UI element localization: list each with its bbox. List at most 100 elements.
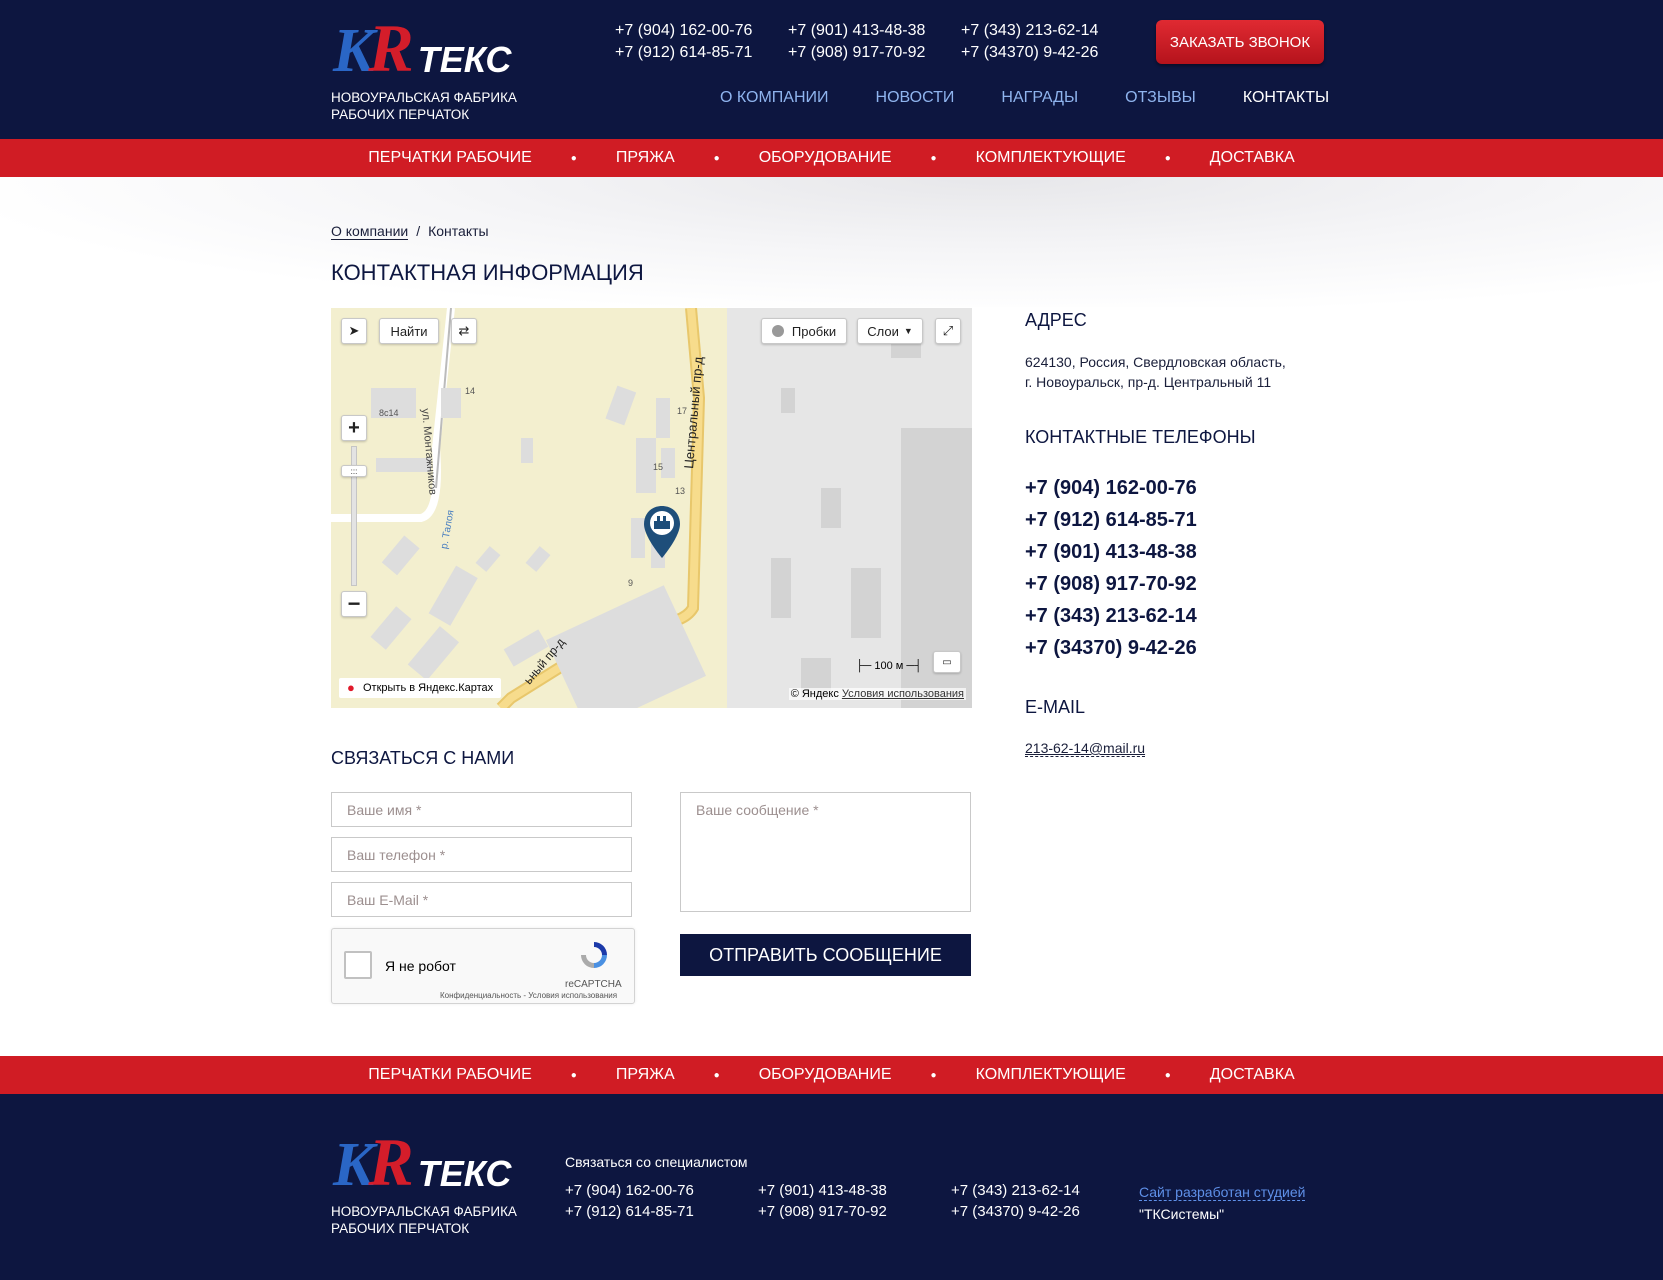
contact-phone[interactable]: +7 (34370) 9-42-26: [1025, 632, 1197, 664]
traffic-label: Пробки: [791, 323, 837, 339]
recaptcha-logo-icon: [581, 942, 607, 968]
address-title: АДРЕС: [1025, 310, 1087, 330]
map-house-number: 14: [465, 386, 476, 396]
route-icon[interactable]: ⇄: [451, 318, 477, 344]
send-message-button[interactable]: ОТПРАВИТЬ СООБЩЕНИЕ: [680, 934, 971, 976]
footer-phone[interactable]: +7 (908) 917-70-92: [758, 1203, 951, 1220]
nav-separator: ●: [713, 152, 720, 164]
footer-phone[interactable]: +7 (343) 213-62-14: [951, 1182, 1144, 1199]
cat-yarn[interactable]: ПРЯЖА: [616, 149, 675, 167]
contact-phone[interactable]: +7 (901) 413-48-38: [1025, 536, 1197, 568]
email-link[interactable]: 213-62-14@mail.ru: [1025, 740, 1146, 757]
cat-gloves[interactable]: ПЕРЧАТКИ РАБОЧИЕ: [368, 149, 532, 167]
contact-phone[interactable]: +7 (904) 162-00-76: [1025, 472, 1197, 504]
map-find-button[interactable]: Найти: [379, 318, 439, 344]
phones-title: КОНТАКТНЫЕ ТЕЛЕФОНЫ: [1025, 427, 1256, 447]
header-phones: +7 (904) 162-00-76 +7 (901) 413-48-38 +7…: [615, 22, 1134, 62]
name-input[interactable]: [331, 792, 632, 827]
tagline-line: РАБОЧИХ ПЕРЧАТОК: [331, 1221, 470, 1236]
geolocation-icon[interactable]: ➤: [341, 318, 367, 344]
cat-equipment[interactable]: ОБОРУДОВАНИЕ: [759, 149, 892, 167]
header-phone[interactable]: +7 (34370) 9-42-26: [961, 44, 1134, 62]
developer-link[interactable]: Сайт разработан студией: [1139, 1184, 1306, 1201]
top-nav: О КОМПАНИИ НОВОСТИ НАГРАДЫ ОТЗЫВЫ КОНТАК…: [720, 89, 1376, 107]
fullscreen-icon[interactable]: ⤢: [935, 318, 961, 344]
developer-studio: "ТКСистемы": [1139, 1206, 1225, 1222]
callback-button[interactable]: ЗАКАЗАТЬ ЗВОНОК: [1156, 20, 1324, 64]
cat-delivery[interactable]: ДОСТАВКА: [1210, 1066, 1295, 1084]
open-in-yandex-link[interactable]: ● Открыть в Яндекс.Картах: [339, 678, 502, 698]
message-textarea[interactable]: [680, 792, 971, 912]
brand-tagline: НОВОУРАЛЬСКАЯ ФАБРИКА РАБОЧИХ ПЕРЧАТОК: [331, 89, 517, 123]
tagline-line: НОВОУРАЛЬСКАЯ ФАБРИКА: [331, 90, 517, 105]
phone-input[interactable]: [331, 837, 632, 872]
header-phone[interactable]: +7 (901) 413-48-38: [788, 22, 961, 40]
nav-item-reviews[interactable]: ОТЗЫВЫ: [1125, 89, 1196, 107]
map-layers-button[interactable]: Слои ▼: [857, 318, 923, 344]
contact-phone[interactable]: +7 (343) 213-62-14: [1025, 600, 1197, 632]
recaptcha-checkbox[interactable]: [344, 951, 372, 979]
tagline-line: НОВОУРАЛЬСКАЯ ФАБРИКА: [331, 1204, 517, 1219]
breadcrumb-parent[interactable]: О компании: [331, 223, 409, 240]
logo-letter-r: R: [368, 1124, 414, 1200]
nav-item-awards[interactable]: НАГРАДЫ: [1001, 89, 1078, 107]
zoom-slider-handle[interactable]: :::: [341, 465, 367, 477]
map-house-number: 17: [677, 406, 688, 416]
site-header: K R ТЕКС НОВОУРАЛЬСКАЯ ФАБРИКА РАБОЧИХ П…: [0, 0, 1663, 139]
address-line: г. Новоуральск, пр-д. Центральный 11: [1025, 374, 1272, 390]
ruler-icon[interactable]: ▭: [933, 651, 961, 673]
footer-phone[interactable]: +7 (901) 413-48-38: [758, 1182, 951, 1199]
contact-phone[interactable]: +7 (912) 614-85-71: [1025, 504, 1197, 536]
cat-gloves[interactable]: ПЕРЧАТКИ РАБОЧИЕ: [368, 1066, 532, 1084]
header-phone[interactable]: +7 (904) 162-00-76: [615, 22, 788, 40]
tagline-line: РАБОЧИХ ПЕРЧАТОК: [331, 107, 470, 122]
recaptcha-terms[interactable]: Конфиденциальность - Условия использован…: [440, 991, 617, 1000]
map-house-number: 13: [675, 486, 686, 496]
developer-credit: Сайт разработан студией "ТКСистемы": [1139, 1181, 1306, 1225]
email-title: E-MAIL: [1025, 697, 1086, 717]
nav-separator: ●: [570, 1069, 577, 1081]
nav-item-news[interactable]: НОВОСТИ: [876, 89, 955, 107]
zoom-in-button[interactable]: +: [341, 415, 367, 441]
nav-separator: ●: [570, 152, 577, 164]
map-traffic-button[interactable]: Пробки: [761, 318, 847, 344]
footer-phone[interactable]: +7 (904) 162-00-76: [565, 1182, 758, 1199]
header-phone[interactable]: +7 (908) 917-70-92: [788, 44, 961, 62]
logo-text: ТЕКС: [417, 39, 512, 80]
footer-phone[interactable]: +7 (912) 614-85-71: [565, 1203, 758, 1220]
logo-letter-k: K: [333, 17, 374, 85]
footer-logo[interactable]: K R ТЕКС: [333, 1128, 511, 1196]
logo-letter-k: K: [333, 1131, 374, 1199]
nav-separator: ●: [713, 1069, 720, 1081]
nav-item-company[interactable]: О КОМПАНИИ: [720, 89, 829, 107]
map-house-number: 9: [628, 578, 634, 588]
logo-text: ТЕКС: [417, 1153, 512, 1194]
header-phone[interactable]: +7 (343) 213-62-14: [961, 22, 1134, 40]
nav-separator: ●: [1164, 1069, 1171, 1081]
contact-form-title: СВЯЗАТЬСЯ С НАМИ: [331, 748, 515, 768]
map-marker-icon[interactable]: [642, 504, 682, 560]
logo-letter-r: R: [368, 10, 414, 86]
cat-components[interactable]: КОМПЛЕКТУЮЩИЕ: [976, 1066, 1126, 1084]
address-text: 624130, Россия, Свердловская область, г.…: [1025, 352, 1286, 392]
brand-logo[interactable]: K R ТЕКС: [333, 14, 511, 82]
nav-separator: ●: [930, 1069, 937, 1081]
cat-yarn[interactable]: ПРЯЖА: [616, 1066, 675, 1084]
recaptcha-brand: reCAPTCHA: [565, 979, 622, 990]
footer-phone[interactable]: +7 (34370) 9-42-26: [951, 1203, 1144, 1220]
zoom-out-button[interactable]: −: [341, 591, 367, 617]
map-house-number: 8с14: [379, 408, 399, 418]
email-input[interactable]: [331, 882, 632, 917]
header-phone[interactable]: +7 (912) 614-85-71: [615, 44, 788, 62]
nav-item-contacts[interactable]: КОНТАКТЫ: [1243, 89, 1329, 107]
breadcrumb-separator: /: [416, 223, 421, 239]
page-title: КОНТАКТНАЯ ИНФОРМАЦИЯ: [331, 260, 644, 285]
footer-phones: +7 (904) 162-00-76 +7 (901) 413-48-38 +7…: [565, 1182, 1144, 1220]
cat-equipment[interactable]: ОБОРУДОВАНИЕ: [759, 1066, 892, 1084]
yandex-map[interactable]: ул. Монтажников Центральный пр-д р. Тало…: [331, 308, 972, 708]
cat-components[interactable]: КОМПЛЕКТУЮЩИЕ: [976, 149, 1126, 167]
cat-delivery[interactable]: ДОСТАВКА: [1210, 149, 1295, 167]
breadcrumb: О компании / Контакты: [331, 223, 489, 240]
contact-phone[interactable]: +7 (908) 917-70-92: [1025, 568, 1197, 600]
map-terms-link[interactable]: Условия использования: [842, 688, 964, 700]
